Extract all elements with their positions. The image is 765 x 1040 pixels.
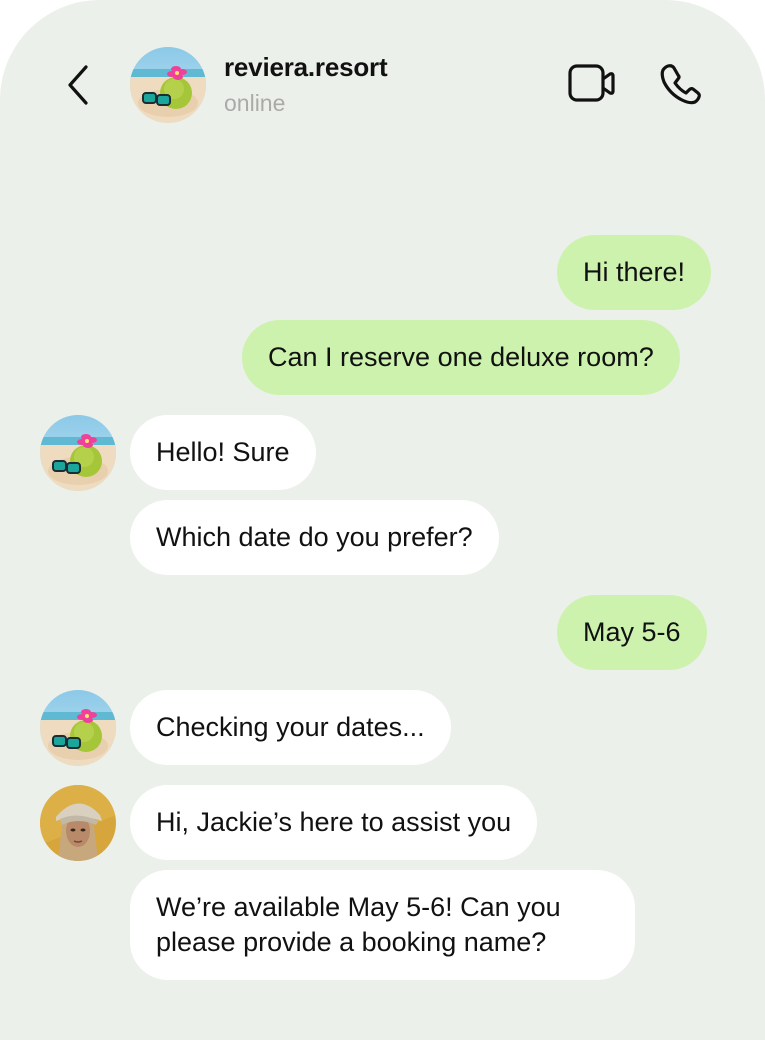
message-text: Hello! Sure bbox=[156, 437, 290, 467]
message-bubble-incoming[interactable]: Hi, Jackie’s here to assist you bbox=[130, 785, 538, 860]
message-text: Hi there! bbox=[583, 257, 686, 287]
message-text: We’re available May 5-6! Can you please … bbox=[156, 892, 561, 957]
agent-avatar[interactable] bbox=[40, 785, 116, 861]
message-bubble-incoming[interactable]: Which date do you prefer? bbox=[130, 500, 499, 575]
online-status: online bbox=[224, 90, 286, 116]
voice-call-button[interactable] bbox=[658, 60, 706, 108]
back-button[interactable] bbox=[60, 62, 96, 108]
message-text: Hi, Jackie’s here to assist you bbox=[156, 807, 512, 837]
video-call-button[interactable] bbox=[566, 62, 618, 106]
resort-avatar[interactable] bbox=[40, 690, 116, 766]
video-camera-icon bbox=[568, 64, 615, 102]
message-bubble-incoming[interactable]: Checking your dates... bbox=[130, 690, 451, 765]
resort-avatar[interactable] bbox=[130, 47, 206, 123]
message-bubble-outgoing[interactable]: May 5-6 bbox=[557, 595, 707, 670]
message-text: Which date do you prefer? bbox=[156, 522, 473, 552]
chevron-left-icon bbox=[68, 65, 88, 105]
chat-screen: reviera.resort online Hi there! Can I re… bbox=[0, 0, 765, 1040]
message-text: Checking your dates... bbox=[156, 712, 425, 742]
message-bubble-outgoing[interactable]: Hi there! bbox=[557, 235, 712, 310]
chat-header: reviera.resort online bbox=[0, 0, 765, 150]
message-bubble-incoming[interactable]: Hello! Sure bbox=[130, 415, 316, 490]
message-bubble-outgoing[interactable]: Can I reserve one deluxe room? bbox=[242, 320, 680, 395]
phone-icon bbox=[660, 64, 701, 105]
message-text: May 5-6 bbox=[583, 617, 681, 647]
message-text: Can I reserve one deluxe room? bbox=[268, 342, 654, 372]
message-bubble-incoming[interactable]: We’re available May 5-6! Can you please … bbox=[130, 870, 635, 980]
contact-name[interactable]: reviera.resort bbox=[224, 52, 388, 83]
resort-avatar[interactable] bbox=[40, 415, 116, 491]
